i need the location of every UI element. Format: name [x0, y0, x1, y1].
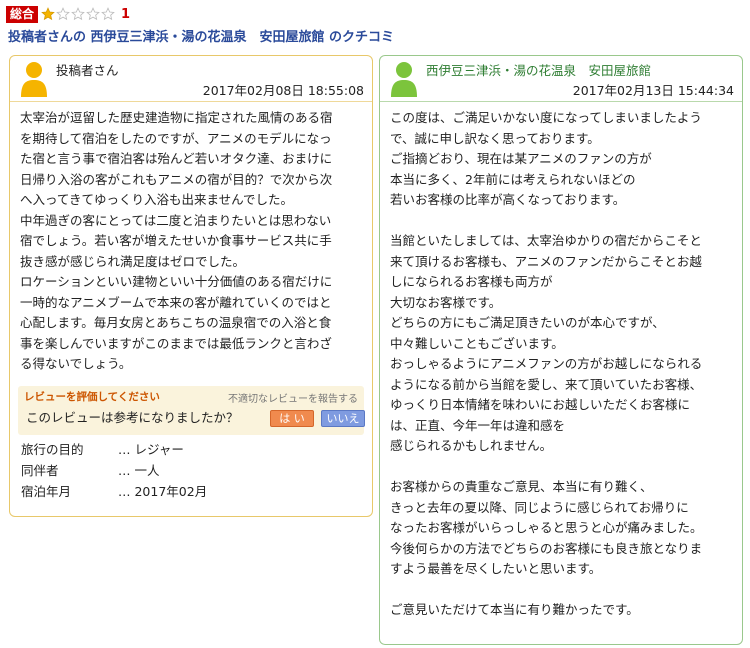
meta-key: 旅行の目的	[21, 442, 84, 457]
reply-author: 西伊豆三津浜・湯の花温泉 安田屋旅館	[426, 63, 652, 78]
text-line: た宿と言う事で宿泊客は殆んど若いオタク達、おまけに	[20, 151, 333, 166]
text-line: 中々難しいこともございます。	[390, 335, 564, 351]
review-body: 太宰治が逗留した歴史建造物に指定された風情のある宿 を期待して宿泊をしたのですが、…	[10, 102, 372, 375]
meta-value: … 一人	[118, 463, 160, 478]
feedback-label: レビューを評価してください	[24, 391, 160, 403]
text-line: しになられるお客様も両方が	[390, 274, 553, 289]
text-line	[390, 457, 732, 478]
meta-row: 旅行の目的 … レジャー	[21, 439, 207, 460]
review-meta: 旅行の目的 … レジャー 同伴者 … 一人 宿泊年月 … 2017年02月	[21, 439, 207, 502]
text-line: 抜き感が感じられ満足度はゼロでした。	[20, 253, 246, 269]
text-line: 感じられるかもしれません。	[390, 438, 553, 453]
user-avatar-icon	[390, 61, 418, 97]
text-line: ロケーションといい建物といい十分価値のある宿だけに	[20, 274, 333, 289]
rating-stars	[41, 7, 116, 21]
text-line: 事を楽しんでいますがこのままでは最低ランクと言わざ	[20, 335, 332, 351]
star-empty-icon	[56, 7, 70, 21]
text-line: すよう最善を尽くしたいと思います。	[390, 561, 602, 576]
review-title: 投稿者さんの 西伊豆三津浜・湯の花温泉 安田屋旅館 のクチコミ	[8, 30, 395, 45]
rating-number: 1	[121, 6, 131, 22]
meta-row: 宿泊年月 … 2017年02月	[21, 481, 207, 502]
text-line: 来て頂けるお客様も、アニメのファンだからこそとお越	[390, 253, 702, 269]
reply-body: この度は、ご満足いかない度になってしまいましたよう で、誠に申し訳なく思っておりま…	[380, 102, 742, 621]
text-line: 大切なお客様です。	[390, 294, 502, 310]
review-datetime: 2017年02月08日 18:55:08	[202, 83, 364, 98]
text-line: おっしゃるようにアニメファンの方がお越しになられる	[390, 356, 703, 371]
reply-card: 西伊豆三津浜・湯の花温泉 安田屋旅館 2017年02月13日 15:44:34 …	[379, 55, 743, 645]
text-line: どちらの方にもご満足頂きたいのが本心ですが、	[390, 315, 665, 330]
helpful-no-button[interactable]: いいえ	[321, 410, 365, 427]
user-avatar-icon	[20, 61, 48, 97]
text-line: 太宰治が逗留した歴史建造物に指定された風情のある宿	[20, 110, 333, 125]
meta-key: 宿泊年月	[21, 484, 72, 499]
text-line: は、正直、今年一年は違和感を	[390, 417, 566, 433]
text-line: ゆっくり日本情緒を味わいにお越しいただくお客様に	[390, 397, 691, 412]
text-line: ご意見いただけて本当に有り難かったです。	[390, 602, 639, 617]
text-line: 若いお客様の比率が高くなっております。	[390, 192, 626, 207]
text-line: 中年過ぎの客にとっては二度と泊まりたいとは思わない	[20, 212, 332, 228]
text-line: へ入ってきてゆっくり入浴も出来ませんでした。	[20, 192, 294, 207]
review-header: 投稿者さん 2017年02月08日 18:55:08	[10, 56, 372, 102]
text-line: 本当に多く、2年前には考えられないほどの	[390, 171, 636, 187]
text-line: なったお客様がいらっしゃると思うと心が痛みました。	[390, 520, 703, 535]
meta-value: … レジャー	[118, 442, 184, 457]
star-filled-icon	[41, 7, 55, 21]
text-line: お客様からの貴重なご意見、本当に有り難く、	[390, 479, 653, 494]
text-line: 心配します。毎月女房とあちこちの温泉宿での入浴と食	[20, 315, 332, 330]
text-line: る得ないでしょう。	[20, 356, 132, 371]
review-feedback-box: レビューを評価してください 不適切なレビューを報告する このレビューは参考になり…	[18, 386, 365, 435]
text-line: ようになる前から当館を愛し、来て頂いていたお客様、	[390, 376, 703, 392]
text-line: この度は、ご満足いかない度になってしまいましたよう	[390, 110, 702, 125]
text-line: 当館といたしましては、太宰治ゆかりの宿だからこそと	[390, 233, 702, 248]
meta-key: 同伴者	[21, 463, 59, 478]
text-line: を期待して宿泊をしたのですが、アニメのモデルになっ	[20, 130, 332, 146]
meta-row: 同伴者 … 一人	[21, 460, 207, 481]
text-line: で、誠に申し訳なく思っております。	[390, 130, 600, 146]
overall-badge: 総合	[6, 5, 39, 23]
star-empty-icon	[71, 7, 85, 21]
helpful-yes-button[interactable]: は い	[270, 410, 314, 427]
overall-rating-row: 総合 1	[6, 5, 130, 23]
report-review-link[interactable]: 不適切なレビューを報告する	[228, 390, 358, 405]
review-author: 投稿者さん	[56, 63, 119, 78]
text-line: きっと去年の夏以降、同じように感じられてお帰りに	[390, 499, 689, 515]
reply-header: 西伊豆三津浜・湯の花温泉 安田屋旅館 2017年02月13日 15:44:34	[380, 56, 742, 102]
text-line	[390, 211, 732, 232]
star-empty-icon	[86, 7, 100, 21]
review-card: 投稿者さん 2017年02月08日 18:55:08 太宰治が逗留した歴史建造物…	[9, 55, 373, 517]
text-line	[390, 580, 732, 601]
feedback-question: このレビューは参考になりましたか？	[26, 410, 239, 425]
text-line: 日帰り入浴の客がこれもアニメの宿が目的？で次から次	[20, 171, 333, 187]
text-line: ご指摘どおり、現在は某アニメのファンの方が	[390, 151, 652, 166]
text-line: 今後何らかの方法でどちらのお客様にも良き旅となりま	[390, 540, 703, 556]
star-empty-icon	[101, 7, 115, 21]
reply-datetime: 2017年02月13日 15:44:34	[572, 83, 734, 98]
text-line: 一時的なアニメブームで本来の客が離れていくのではと	[20, 294, 332, 310]
meta-value: … 2017年02月	[118, 484, 208, 499]
text-line: 宿でしょう。若い客が増えたせいか食事サービス共に手	[20, 233, 332, 248]
